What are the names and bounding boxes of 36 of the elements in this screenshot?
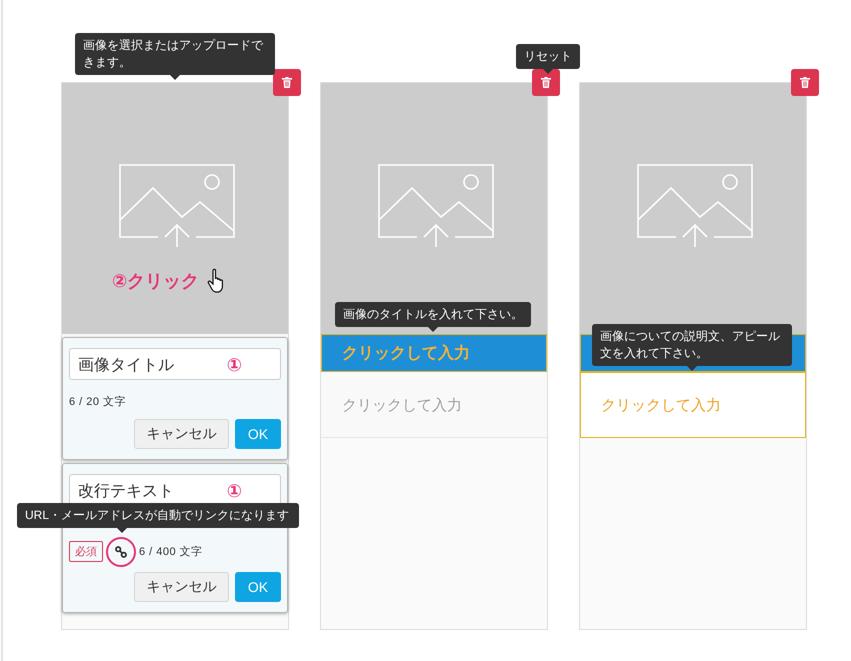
tooltip: 画像を選択またはアップロードできます。 [75,33,275,75]
required-badge: 必須 [69,541,103,562]
ok-button[interactable]: OK [235,572,281,602]
image-upload-icon [118,163,236,247]
tooltip: 画像のタイトルを入れて下さい。 [335,302,531,327]
tooltip: URL・メールアドレスが自動でリンクになります [17,503,299,528]
image-upload-area[interactable]: ②クリック [62,83,288,334]
image-upload-icon [636,163,754,247]
tooltip-arrow [117,528,127,533]
image-upload-area[interactable] [321,83,547,334]
description-placeholder: クリックして入力 [342,396,462,414]
step-marker: ① [226,355,242,376]
title-field[interactable]: クリックして入力 [321,334,547,372]
input-value: 画像タイトル [78,356,175,376]
character-counter: 6 / 20 文字 [69,394,126,409]
image-upload-icon [377,163,495,247]
link-icon[interactable] [115,546,127,558]
character-counter: 6 / 400 文字 [139,544,203,559]
title-input-field[interactable]: 画像タイトル ① [69,348,281,380]
cancel-button[interactable]: キャンセル [134,419,229,449]
ok-button[interactable]: OK [235,419,281,449]
step-marker: ① [226,481,242,502]
tooltip-arrow [543,69,553,74]
description-field[interactable]: クリックして入力 [580,372,806,438]
trash-icon [282,77,292,88]
highlight-circle [106,536,136,566]
cancel-button[interactable]: キャンセル [134,572,229,602]
tooltip: 画像についての説明文、アピール文を入れて下さい。 [592,324,792,366]
delete-button[interactable] [532,69,560,96]
trash-icon [800,77,810,88]
trash-icon [541,77,551,88]
annotation-label: ②クリック [112,270,200,292]
description-placeholder: クリックして入力 [601,396,721,414]
title-placeholder: クリックして入力 [342,343,470,364]
tooltip: リセット [516,44,580,69]
input-value: 改行テキスト [78,482,175,502]
